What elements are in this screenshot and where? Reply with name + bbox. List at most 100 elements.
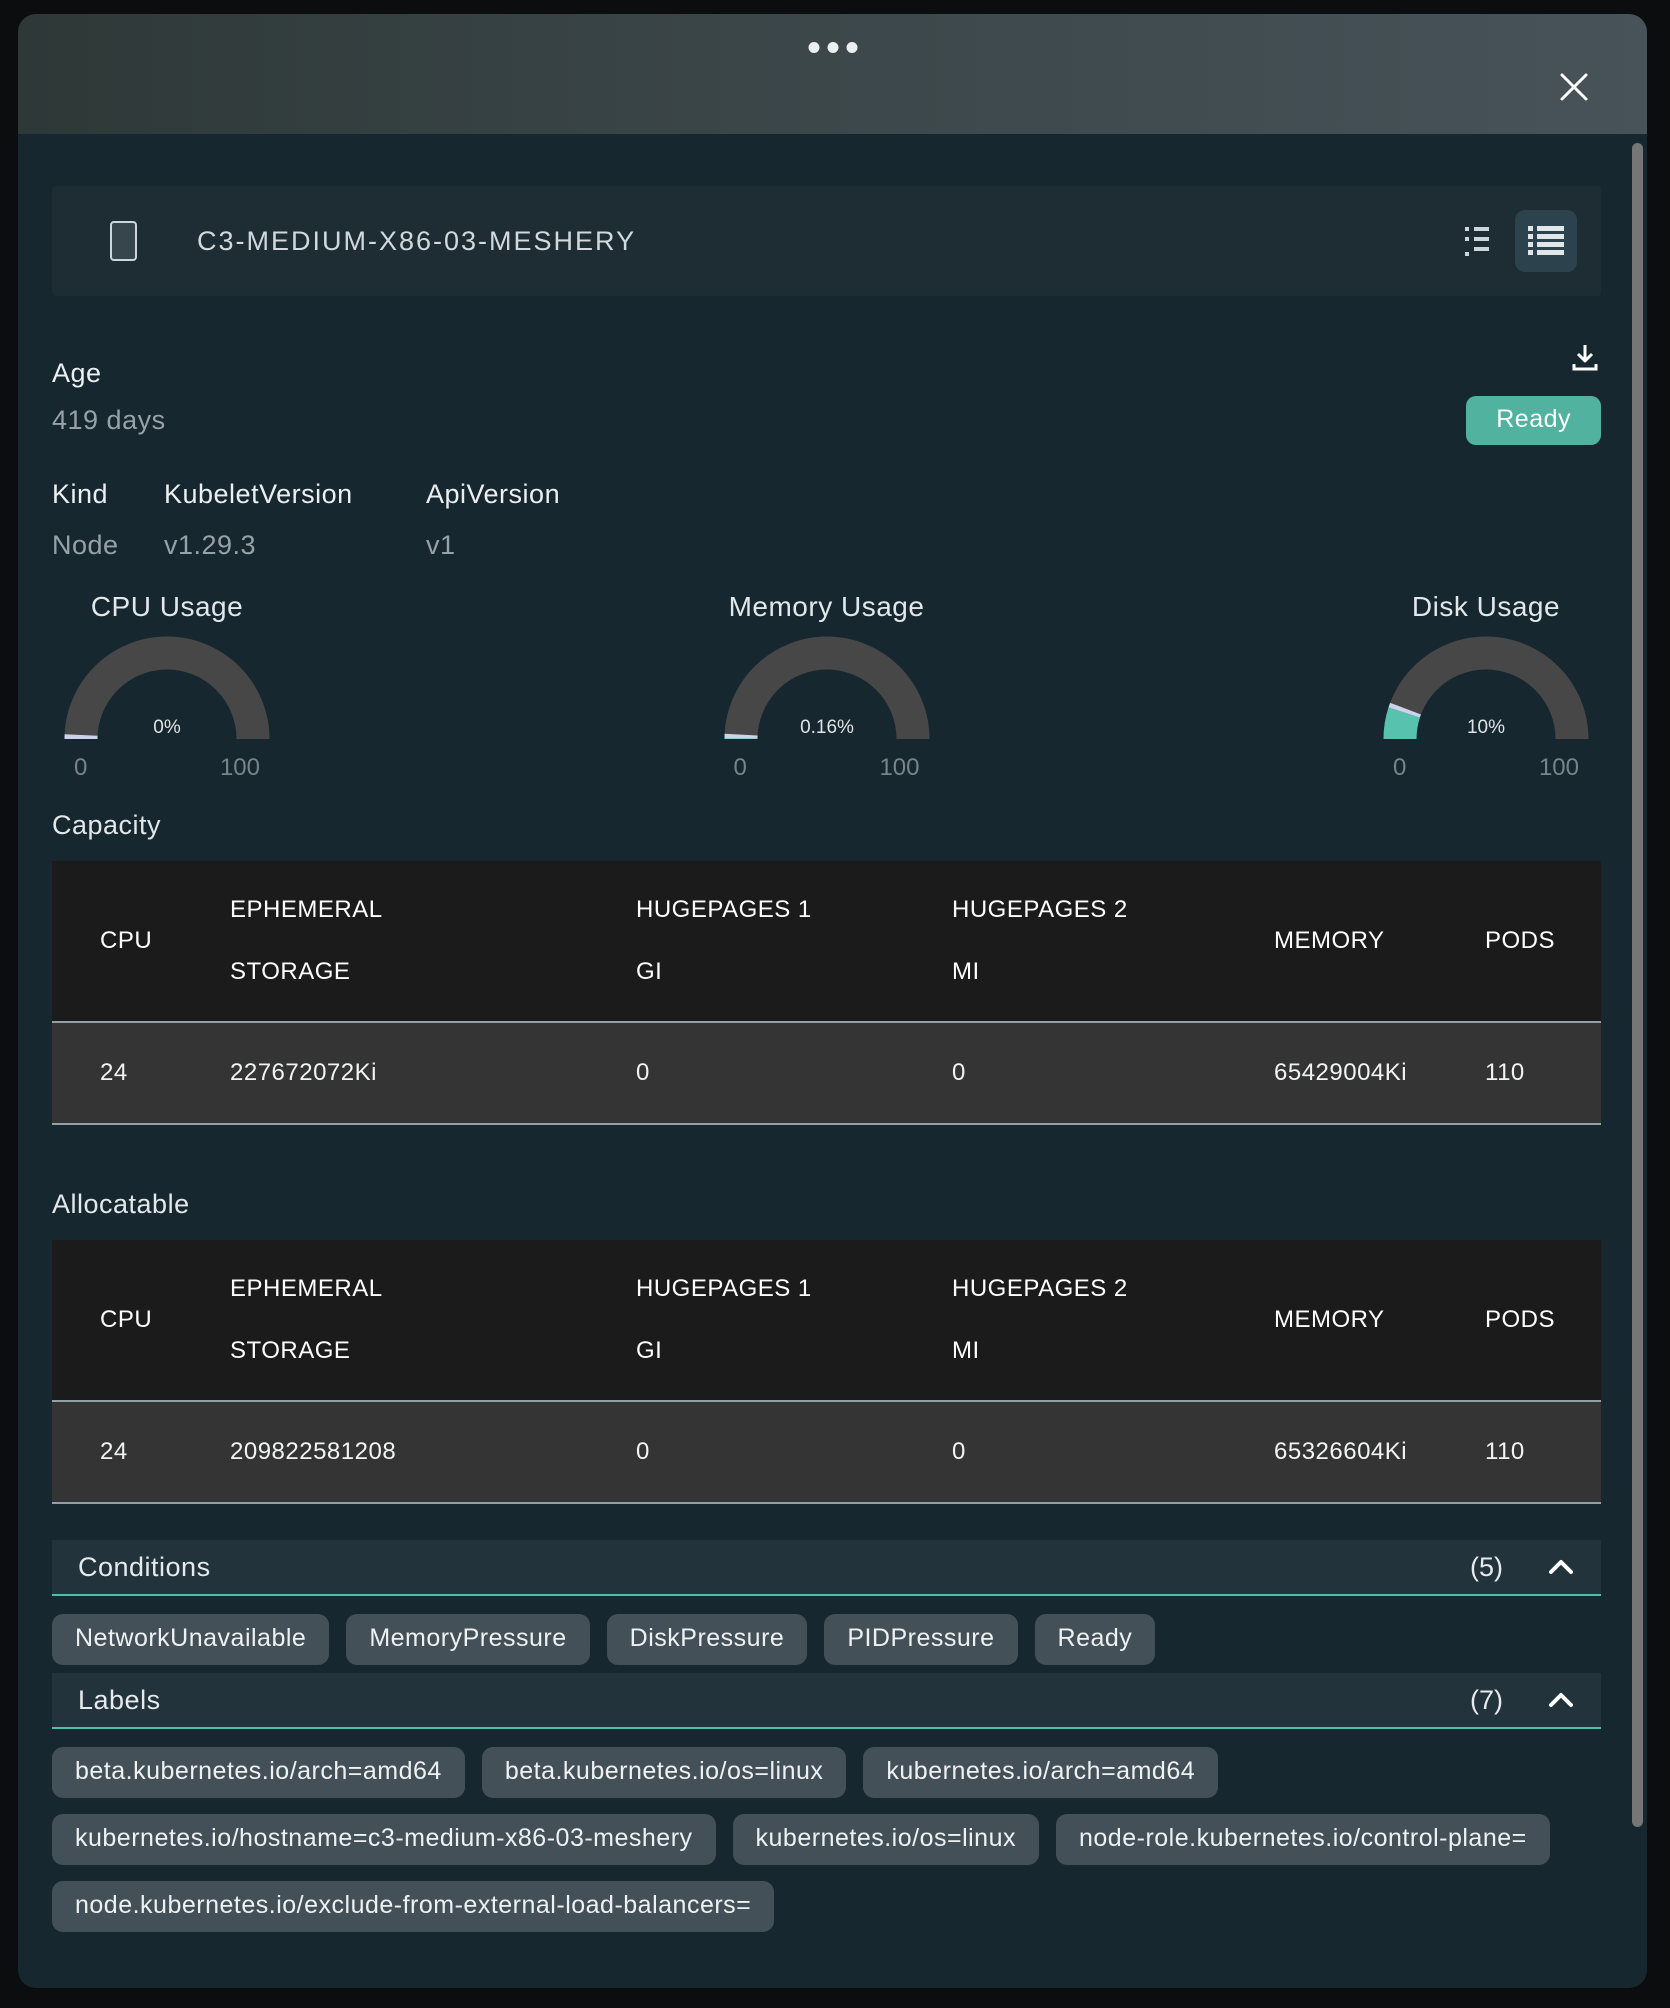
table-cell: 227672072Ki — [230, 1022, 636, 1124]
table-cell: 110 — [1485, 1401, 1601, 1503]
column-header: PODS — [1485, 1240, 1601, 1401]
api-version-label: ApiVersion — [426, 479, 560, 510]
label-chip: beta.kubernetes.io/arch=amd64 — [52, 1747, 465, 1798]
column-header: MEMORY — [1274, 861, 1485, 1022]
list-view-button[interactable] — [1515, 210, 1577, 272]
age-label: Age — [52, 358, 166, 389]
kubelet-version-label: KubeletVersion — [164, 479, 426, 510]
drag-handle-icon[interactable] — [808, 42, 857, 53]
svg-text:0.16%: 0.16% — [800, 717, 854, 738]
usage-gauges: CPU Usage 0% 0 100 Memory Usage — [52, 591, 1601, 782]
memory-usage-arc: 0.16% — [717, 631, 937, 749]
conditions-title: Conditions — [78, 1552, 1470, 1583]
labels-chips: beta.kubernetes.io/arch=amd64 beta.kuber… — [52, 1747, 1601, 1932]
chevron-up-icon — [1547, 1691, 1575, 1709]
column-header: HUGEPAGES 2 MI — [952, 861, 1274, 1022]
table-cell: 0 — [952, 1022, 1274, 1124]
labels-section: Labels (7) beta.kubernetes.io/arch=amd64… — [52, 1673, 1601, 1932]
kind-value: Node — [52, 530, 164, 561]
download-icon[interactable] — [1569, 342, 1601, 374]
table-cell: 209822581208 — [230, 1401, 636, 1503]
table-cell: 110 — [1485, 1022, 1601, 1124]
disk-usage-title: Disk Usage — [1371, 591, 1601, 623]
gauge-min-label: 0 — [1393, 754, 1406, 782]
condition-chip: DiskPressure — [607, 1614, 808, 1665]
svg-text:0%: 0% — [153, 717, 181, 738]
label-chip: beta.kubernetes.io/os=linux — [482, 1747, 847, 1798]
tree-view-icon — [1464, 224, 1490, 258]
gauge-max-label: 100 — [220, 754, 260, 782]
cpu-usage-gauge: CPU Usage 0% 0 100 — [52, 591, 282, 782]
allocatable-title: Allocatable — [52, 1189, 1601, 1220]
node-title: C3-MEDIUM-X86-03-MESHERY — [197, 226, 636, 257]
labels-title: Labels — [78, 1685, 1470, 1716]
labels-accordion-header[interactable]: Labels (7) — [52, 1673, 1601, 1729]
label-chip: kubernetes.io/os=linux — [733, 1814, 1039, 1865]
cpu-usage-arc: 0% — [57, 631, 277, 749]
table-row: 24 227672072Ki 0 0 65429004Ki 110 — [52, 1022, 1601, 1124]
modal-body: C3-MEDIUM-X86-03-MESHERY A — [18, 186, 1647, 1932]
label-chip: kubernetes.io/hostname=c3-medium-x86-03-… — [52, 1814, 716, 1865]
column-header: PODS — [1485, 861, 1601, 1022]
condition-chip: MemoryPressure — [346, 1614, 589, 1665]
column-header: CPU — [52, 861, 230, 1022]
capacity-title: Capacity — [52, 810, 1601, 841]
conditions-accordion-header[interactable]: Conditions (5) — [52, 1540, 1601, 1596]
label-chip: node-role.kubernetes.io/control-plane= — [1056, 1814, 1550, 1865]
conditions-section: Conditions (5) NetworkUnavailable Memory… — [52, 1540, 1601, 1665]
table-cell: 0 — [636, 1022, 952, 1124]
api-version-value: v1 — [426, 530, 560, 561]
status-badge: Ready — [1466, 396, 1601, 445]
gauge-min-label: 0 — [74, 754, 87, 782]
memory-usage-title: Memory Usage — [712, 591, 942, 623]
column-header: HUGEPAGES 1 GI — [636, 1240, 952, 1401]
column-header: MEMORY — [1274, 1240, 1485, 1401]
conditions-count: (5) — [1470, 1552, 1503, 1583]
kubelet-version-value: v1.29.3 — [164, 530, 426, 561]
table-cell: 65326604Ki — [1274, 1401, 1485, 1503]
column-header: CPU — [52, 1240, 230, 1401]
details-view-button[interactable] — [1457, 219, 1497, 263]
capacity-header-row: CPU EPHEMERAL STORAGE HUGEPAGES 1 GI HUG… — [52, 861, 1601, 1022]
capacity-table: CPU EPHEMERAL STORAGE HUGEPAGES 1 GI HUG… — [52, 861, 1601, 1125]
allocatable-header-row: CPU EPHEMERAL STORAGE HUGEPAGES 1 GI HUG… — [52, 1240, 1601, 1401]
memory-usage-gauge: Memory Usage 0.16% 0 100 — [712, 591, 942, 782]
node-title-bar: C3-MEDIUM-X86-03-MESHERY — [52, 186, 1601, 296]
metadata-fields: Kind Node KubeletVersion v1.29.3 ApiVers… — [52, 479, 1601, 561]
node-details-modal: C3-MEDIUM-X86-03-MESHERY A — [18, 14, 1647, 1988]
chevron-up-icon — [1547, 1558, 1575, 1576]
gauge-min-label: 0 — [734, 754, 747, 782]
age-status-row: Age 419 days Ready — [52, 358, 1601, 445]
vertical-scrollbar[interactable] — [1632, 143, 1643, 1827]
label-chip: node.kubernetes.io/exclude-from-external… — [52, 1881, 774, 1932]
table-cell: 24 — [52, 1022, 230, 1124]
allocatable-table: CPU EPHEMERAL STORAGE HUGEPAGES 1 GI HUG… — [52, 1240, 1601, 1504]
kind-label: Kind — [52, 479, 164, 510]
condition-chip: Ready — [1035, 1614, 1156, 1665]
list-view-icon — [1528, 225, 1564, 257]
table-row: 24 209822581208 0 0 65326604Ki 110 — [52, 1401, 1601, 1503]
disk-usage-arc: 10% — [1376, 631, 1596, 749]
node-checkbox[interactable] — [110, 221, 137, 261]
table-cell: 0 — [636, 1401, 952, 1503]
age-value: 419 days — [52, 405, 166, 436]
column-header: EPHEMERAL STORAGE — [230, 861, 636, 1022]
column-header: HUGEPAGES 1 GI — [636, 861, 952, 1022]
cpu-usage-title: CPU Usage — [52, 591, 282, 623]
gauge-max-label: 100 — [879, 754, 919, 782]
table-cell: 65429004Ki — [1274, 1022, 1485, 1124]
close-icon[interactable] — [1557, 70, 1591, 104]
svg-text:10%: 10% — [1467, 717, 1505, 738]
conditions-chips: NetworkUnavailable MemoryPressure DiskPr… — [52, 1614, 1601, 1665]
label-chip: kubernetes.io/arch=amd64 — [863, 1747, 1218, 1798]
gauge-max-label: 100 — [1539, 754, 1579, 782]
condition-chip: NetworkUnavailable — [52, 1614, 329, 1665]
table-cell: 0 — [952, 1401, 1274, 1503]
condition-chip: PIDPressure — [824, 1614, 1017, 1665]
table-cell: 24 — [52, 1401, 230, 1503]
column-header: EPHEMERAL STORAGE — [230, 1240, 636, 1401]
labels-count: (7) — [1470, 1685, 1503, 1716]
modal-header — [18, 14, 1647, 134]
column-header: HUGEPAGES 2 MI — [952, 1240, 1274, 1401]
disk-usage-gauge: Disk Usage 10% 0 100 — [1371, 591, 1601, 782]
